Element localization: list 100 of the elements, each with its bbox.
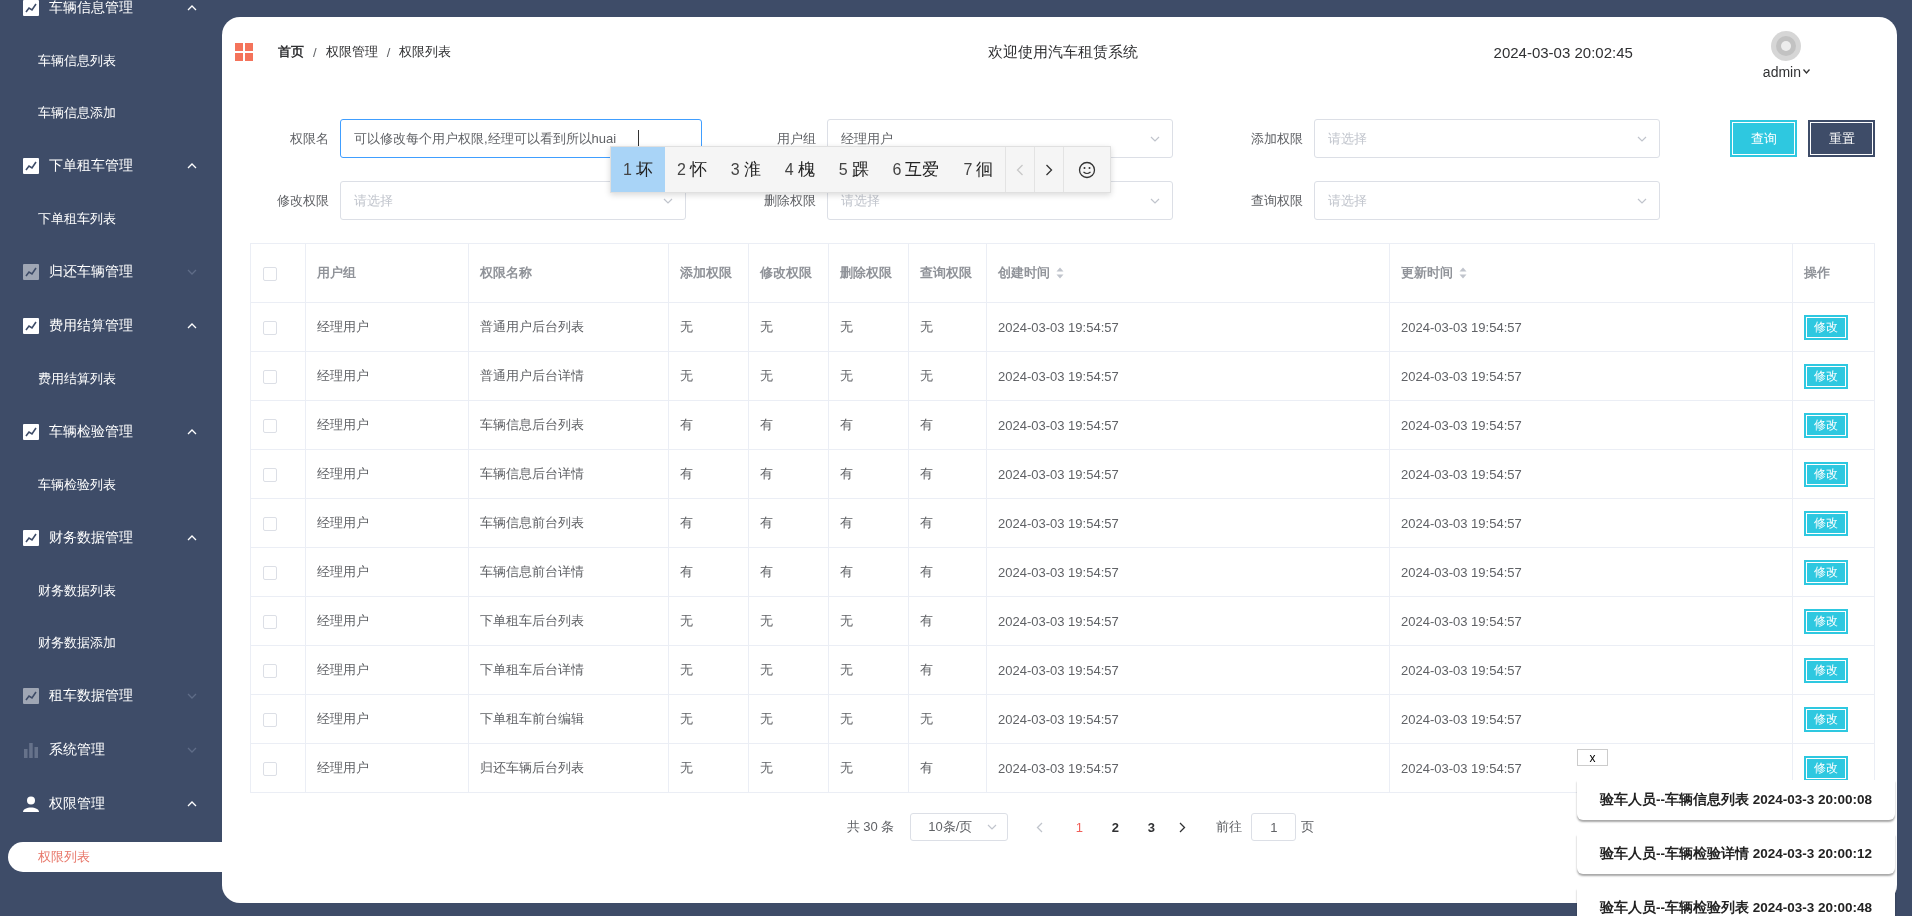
close-button[interactable]: x xyxy=(1577,749,1608,766)
table-cell: 车辆信息前台列表 xyxy=(480,515,584,530)
user-menu[interactable]: admin xyxy=(1762,63,1810,80)
table-cell: 有 xyxy=(920,417,933,432)
user-icon xyxy=(23,796,39,812)
table-cell: 经理用户 xyxy=(317,613,369,628)
column-header: 权限名称 xyxy=(480,264,532,282)
table-cell: 2024-03-03 19:54:57 xyxy=(1401,613,1522,629)
field-label: 查询权限 xyxy=(1250,191,1303,210)
table-cell: 无 xyxy=(680,368,693,383)
total-count: 共 30 条 xyxy=(846,818,895,836)
emoji-icon xyxy=(1078,160,1097,179)
column-header: 删除权限 xyxy=(840,264,892,282)
table-cell: 2024-03-03 19:54:57 xyxy=(1401,319,1522,335)
menu-group[interactable]: 车辆信息管理 xyxy=(0,0,222,35)
chevron-down-icon xyxy=(1150,197,1160,204)
table-cell: 有 xyxy=(680,466,693,481)
checkbox[interactable] xyxy=(263,565,277,580)
page-number[interactable]: 3 xyxy=(1133,819,1170,835)
chevron-up-icon xyxy=(187,535,197,541)
breadcrumb-separator: / xyxy=(386,44,391,60)
checkbox[interactable] xyxy=(263,266,277,281)
checkbox[interactable] xyxy=(263,663,277,678)
table-cell: 2024-03-03 19:54:57 xyxy=(1401,662,1522,678)
table-cell: 经理用户 xyxy=(317,662,369,677)
breadcrumb-item[interactable]: 权限列表 xyxy=(399,43,452,61)
chart-icon xyxy=(23,318,39,334)
candidate[interactable]: 3 淮 xyxy=(718,147,773,192)
table-cell: 无 xyxy=(760,662,773,677)
table-cell: 2024-03-03 19:54:57 xyxy=(1401,417,1522,433)
menu-item[interactable]: 财务数据列表 xyxy=(0,565,222,617)
menu-group[interactable]: 归还车辆管理 xyxy=(0,245,222,299)
table-cell: 经理用户 xyxy=(317,515,369,530)
page-input[interactable]: 1 xyxy=(1251,813,1297,841)
candidate[interactable]: 1 坏 xyxy=(611,147,665,192)
table-cell: 有 xyxy=(760,466,773,481)
menu-group[interactable]: 权限管理 xyxy=(0,777,222,831)
menu-group[interactable]: 下单租车管理 xyxy=(0,139,222,193)
column-header: 修改权限 xyxy=(760,264,812,282)
menu-group[interactable]: 租车数据管理 xyxy=(0,669,222,723)
breadcrumb-item[interactable]: 首页 xyxy=(278,43,304,61)
field-label: 用户组 xyxy=(776,129,816,148)
table-cell: 无 xyxy=(760,613,773,628)
checkbox[interactable] xyxy=(263,369,277,384)
chevron-up-icon xyxy=(187,323,197,329)
table-cell: 有 xyxy=(760,515,773,530)
table-cell: 无 xyxy=(920,711,933,726)
table-cell: 无 xyxy=(680,613,693,628)
checkbox[interactable] xyxy=(263,614,277,629)
checkbox[interactable] xyxy=(263,761,277,776)
field-label: 删除权限 xyxy=(763,191,816,210)
table-cell: 有 xyxy=(840,466,853,481)
menu-item[interactable]: 车辆信息添加 xyxy=(0,87,222,139)
menu-group[interactable]: 系统管理 xyxy=(0,723,222,777)
sort-icon[interactable] xyxy=(1056,267,1064,279)
table-cell: 有 xyxy=(920,662,933,677)
sort-icon[interactable] xyxy=(1459,267,1467,279)
table-cell: 经理用户 xyxy=(317,564,369,579)
table-cell: 2024-03-03 19:54:57 xyxy=(1401,564,1522,580)
checkbox[interactable] xyxy=(263,467,277,482)
menu-item[interactable]: 费用结算列表 xyxy=(0,353,222,405)
column-header: 创建时间 xyxy=(998,264,1050,282)
table-cell: 2024-03-03 19:54:57 xyxy=(998,515,1119,531)
page-title: 欢迎使用汽车租赁系统 xyxy=(987,42,1138,62)
table-cell: 无 xyxy=(840,711,853,726)
table-cell: 无 xyxy=(680,319,693,334)
menu-item[interactable]: 车辆信息列表 xyxy=(0,35,222,87)
checkbox[interactable] xyxy=(263,712,277,727)
checkbox[interactable] xyxy=(263,418,277,433)
checkbox[interactable] xyxy=(263,320,277,335)
table-cell: 有 xyxy=(840,564,853,579)
reset-button[interactable]: 重置 xyxy=(1808,120,1875,157)
page-unit: 页 xyxy=(1301,818,1315,836)
chevron-up-icon xyxy=(187,429,197,435)
table-cell: 有 xyxy=(680,417,693,432)
menu-group[interactable]: 财务数据管理 xyxy=(0,511,222,565)
table-cell: 2024-03-03 19:54:57 xyxy=(998,711,1119,727)
caret-icon xyxy=(1803,68,1810,74)
table-cell: 下单租车前台编辑 xyxy=(480,711,584,726)
table-cell: 无 xyxy=(840,613,853,628)
menu-item[interactable]: 财务数据添加 xyxy=(0,617,222,669)
field-label: 添加权限 xyxy=(1250,129,1303,148)
table-cell: 无 xyxy=(760,368,773,383)
notification: 验车人员--车辆检验列表 2024-03-3 20:00:48 xyxy=(1577,888,1895,916)
table-cell: 经理用户 xyxy=(317,760,369,775)
menu-item[interactable]: 车辆检验列表 xyxy=(0,459,222,511)
table-cell: 无 xyxy=(760,760,773,775)
breadcrumb-item[interactable]: 权限管理 xyxy=(325,43,378,61)
menu-group[interactable]: 车辆检验管理 xyxy=(0,405,222,459)
candidate[interactable]: 4 槐 xyxy=(772,147,827,192)
checkbox[interactable] xyxy=(263,516,277,531)
table-cell: 无 xyxy=(840,662,853,677)
menu-group[interactable]: 费用结算管理 xyxy=(0,299,222,353)
menu-item[interactable]: 下单租车列表 xyxy=(0,193,222,245)
page-number[interactable]: 2 xyxy=(1097,819,1134,835)
table-cell: 有 xyxy=(760,417,773,432)
page-size-select[interactable]: 10条/页 xyxy=(910,813,1009,841)
table-cell: 下单租车后台列表 xyxy=(480,613,584,628)
column-header: 查询权限 xyxy=(920,264,972,282)
table-cell: 有 xyxy=(680,564,693,579)
